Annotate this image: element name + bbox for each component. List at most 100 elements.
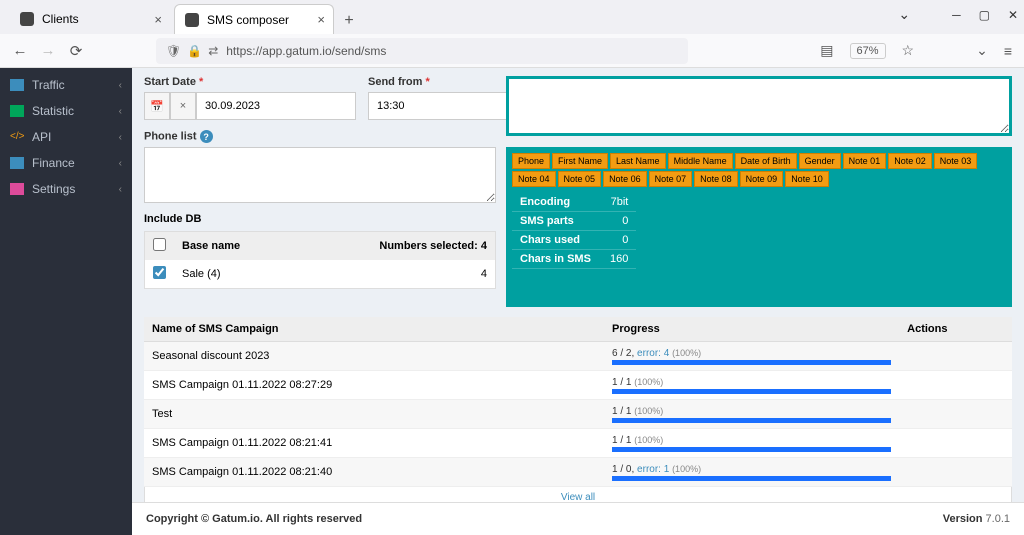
message-textarea[interactable] — [506, 76, 1012, 136]
placeholder-tag[interactable]: Note 10 — [785, 171, 829, 187]
placeholder-tag[interactable]: Gender — [799, 153, 841, 169]
lock-icon[interactable]: 🔒 — [187, 44, 202, 58]
minimize-icon[interactable]: ─ — [952, 8, 961, 22]
sidebar-item-traffic[interactable]: Traffic ‹ — [0, 72, 132, 98]
version-label: Version — [943, 513, 983, 525]
chevron-left-icon: ‹ — [119, 132, 122, 143]
campaign-actions — [899, 342, 1012, 371]
tab-close-icon[interactable]: × — [154, 12, 162, 27]
tab-close-icon[interactable]: × — [317, 12, 325, 27]
placeholder-tag[interactable]: Note 03 — [934, 153, 978, 169]
placeholder-tag[interactable]: Note 01 — [843, 153, 887, 169]
browser-tab-sms-composer[interactable]: SMS composer × — [174, 4, 334, 34]
campaign-actions — [899, 400, 1012, 429]
campaigns-table: Name of SMS Campaign Progress Actions Se… — [144, 317, 1012, 487]
campaign-name: SMS Campaign 01.11.2022 08:21:40 — [144, 458, 604, 487]
parts-label: SMS parts — [512, 212, 602, 231]
back-button[interactable]: ← — [12, 42, 28, 59]
placeholder-tag[interactable]: First Name — [552, 153, 608, 169]
campaign-row: SMS Campaign 01.11.2022 08:27:29 1 / 1 (… — [144, 371, 1012, 400]
new-tab-button[interactable]: + — [336, 8, 362, 34]
sidebar-label: API — [32, 130, 51, 144]
schedule-panel: Start Date * 📅 × Send from * 🕐 — [144, 76, 496, 307]
statistic-icon — [10, 105, 24, 117]
help-icon[interactable]: ? — [200, 130, 213, 143]
browser-tab-clients[interactable]: Clients × — [10, 4, 170, 34]
campaign-name: Test — [144, 400, 604, 429]
reload-button[interactable]: ⟳ — [68, 42, 84, 60]
include-db-label: Include DB — [144, 213, 496, 225]
db-row-name: Sale (4) — [174, 260, 294, 289]
col-progress: Progress — [604, 317, 899, 342]
parts-value: 0 — [602, 212, 636, 231]
phone-list-label: Phone list ? — [144, 130, 496, 143]
view-all-link[interactable]: View all — [144, 487, 1012, 502]
sidebar-item-api[interactable]: </> API ‹ — [0, 124, 132, 150]
encoding-value: 7bit — [602, 193, 636, 212]
db-table: Base name Numbers selected: 4 Sale (4) 4 — [144, 231, 496, 289]
tab-title: Clients — [42, 12, 79, 26]
db-row-count: 4 — [294, 260, 495, 289]
send-from-input[interactable] — [368, 92, 528, 120]
placeholder-tag[interactable]: Middle Name — [668, 153, 733, 169]
placeholder-tag[interactable]: Note 08 — [694, 171, 738, 187]
calendar-icon[interactable]: 📅 — [144, 92, 170, 120]
zoom-level[interactable]: 67% — [850, 43, 886, 59]
pocket-icon[interactable]: ⌄ — [976, 42, 988, 59]
traffic-icon — [10, 79, 24, 91]
phone-list-textarea[interactable] — [144, 147, 496, 203]
campaign-actions — [899, 458, 1012, 487]
chevron-left-icon: ‹ — [119, 184, 122, 195]
placeholder-tag[interactable]: Note 05 — [558, 171, 602, 187]
clear-date-icon[interactable]: × — [170, 92, 196, 120]
campaign-actions — [899, 371, 1012, 400]
shield-icon[interactable]: 🛡 — [166, 44, 181, 58]
db-row: Sale (4) 4 — [145, 260, 496, 289]
campaign-row: SMS Campaign 01.11.2022 08:21:41 1 / 1 (… — [144, 429, 1012, 458]
sidebar-item-finance[interactable]: Finance ‹ — [0, 150, 132, 176]
campaign-actions — [899, 429, 1012, 458]
placeholder-tag[interactable]: Note 09 — [740, 171, 784, 187]
permissions-icon[interactable]: ⇄ — [208, 44, 218, 58]
sidebar-item-statistic[interactable]: Statistic ‹ — [0, 98, 132, 124]
placeholder-tag[interactable]: Last Name — [610, 153, 666, 169]
close-window-icon[interactable]: ✕ — [1008, 8, 1018, 22]
campaign-name: Seasonal discount 2023 — [144, 342, 604, 371]
placeholder-tag[interactable]: Note 06 — [603, 171, 647, 187]
placeholder-tag[interactable]: Date of Birth — [735, 153, 797, 169]
placeholder-tag[interactable]: Phone — [512, 153, 550, 169]
api-icon: </> — [10, 131, 24, 143]
address-bar[interactable]: 🛡 🔒 ⇄ https://app.gatum.io/send/sms — [156, 38, 688, 64]
sidebar-label: Settings — [32, 182, 75, 196]
used-value: 0 — [602, 231, 636, 250]
db-row-checkbox[interactable] — [153, 266, 166, 279]
url-text: https://app.gatum.io/send/sms — [226, 44, 386, 58]
page-footer: Copyright © Gatum.io. All rights reserve… — [132, 502, 1024, 535]
chevron-down-icon[interactable]: ⌄ — [898, 6, 910, 23]
bookmark-icon[interactable]: ☆ — [902, 42, 915, 59]
campaign-row: Test 1 / 1 (100%) — [144, 400, 1012, 429]
forward-button[interactable]: → — [40, 42, 56, 59]
placeholder-tag[interactable]: Note 02 — [888, 153, 932, 169]
sidebar-label: Traffic — [32, 78, 65, 92]
chevron-left-icon: ‹ — [119, 158, 122, 169]
campaign-progress: 1 / 0, error: 1 (100%) — [604, 458, 899, 487]
maximize-icon[interactable]: ▢ — [979, 8, 990, 22]
db-select-all-checkbox[interactable] — [153, 238, 166, 251]
placeholder-tag[interactable]: Note 04 — [512, 171, 556, 187]
campaign-name: SMS Campaign 01.11.2022 08:21:41 — [144, 429, 604, 458]
sidebar: Traffic ‹ Statistic ‹ </> API ‹ Finance ‹… — [0, 68, 132, 535]
used-label: Chars used — [512, 231, 602, 250]
sidebar-label: Statistic — [32, 104, 74, 118]
campaign-progress: 6 / 2, error: 4 (100%) — [604, 342, 899, 371]
campaign-row: SMS Campaign 01.11.2022 08:21:40 1 / 0, … — [144, 458, 1012, 487]
col-actions: Actions — [899, 317, 1012, 342]
browser-toolbar: ← → ⟳ 🛡 🔒 ⇄ https://app.gatum.io/send/sm… — [0, 34, 1024, 68]
start-date-input[interactable] — [196, 92, 356, 120]
reader-icon[interactable]: ▤ — [820, 42, 833, 59]
db-header-base: Base name — [174, 232, 294, 261]
sidebar-item-settings[interactable]: Settings ‹ — [0, 176, 132, 202]
placeholder-tag[interactable]: Note 07 — [649, 171, 693, 187]
campaign-progress: 1 / 1 (100%) — [604, 371, 899, 400]
menu-icon[interactable]: ≡ — [1004, 43, 1012, 59]
